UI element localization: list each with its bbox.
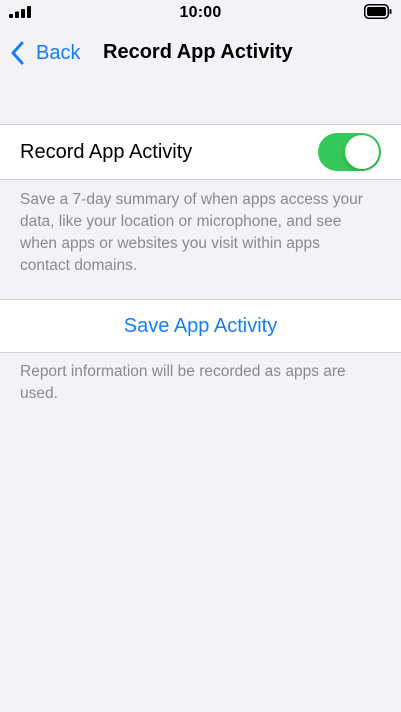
status-time: 10:00 — [179, 4, 222, 21]
navigation-bar: Back Record App Activity — [0, 26, 401, 80]
record-app-activity-description: Save a 7-day summary of when apps access… — [20, 191, 363, 274]
chevron-left-icon — [11, 41, 24, 65]
toggle-knob — [345, 135, 379, 169]
battery-full-icon — [364, 4, 392, 19]
status-bar: 10:00 — [0, 0, 401, 26]
page-title: Record App Activity — [103, 41, 293, 63]
record-app-activity-label: Record App Activity — [20, 141, 193, 163]
save-app-activity-button[interactable]: Save App Activity — [0, 299, 401, 353]
back-button[interactable]: Back — [8, 38, 80, 68]
save-app-activity-description: Report information will be recorded as a… — [20, 363, 346, 402]
record-app-activity-row: Record App Activity — [0, 124, 401, 180]
record-app-activity-toggle[interactable] — [318, 133, 381, 171]
save-app-activity-label: Save App Activity — [123, 315, 278, 337]
back-label: Back — [36, 41, 81, 64]
